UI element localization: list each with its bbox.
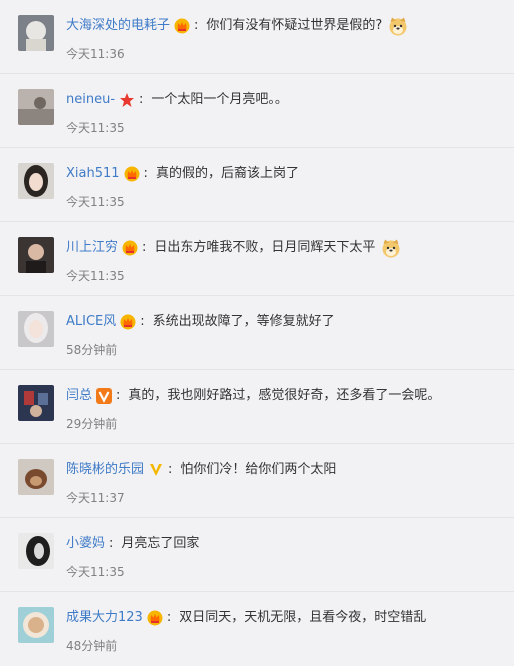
comment-list: 大海深处的电耗子 : 你们有没有怀疑过世界是假的? 今天11:36 neineu… [0,0,514,666]
comment-text: 真的，我也刚好路过，感觉很好奇，还多看了一会呢。 [128,388,441,403]
colon-separator: : [194,18,199,33]
avatar[interactable] [18,385,54,421]
comment-time: 58分钟前 [66,343,118,357]
comment-line: 川上江穷 : 日出东方唯我不败，日月同辉天下太平 [66,237,506,259]
username-link[interactable]: 闫总 [66,385,92,407]
colon-separator: : [142,240,147,255]
comment-line: 大海深处的电耗子 : 你们有没有怀疑过世界是假的? [66,15,506,37]
comment-time: 48分钟前 [66,639,118,653]
crown-vip-icon [174,18,190,34]
crown-vip-icon [124,166,140,182]
username-link[interactable]: Xiah511 [66,163,120,185]
comment-text: 一个太阳一个月亮吧。。 [151,92,288,107]
avatar[interactable] [18,459,54,495]
comment-text: 怕你们冷！给你们两个太阳 [180,462,337,477]
comment-time: 今天11:35 [66,195,125,209]
crown-vip-icon [120,314,136,330]
username-link[interactable]: neineu- [66,89,115,111]
comment-line: neineu- : 一个太阳一个月亮吧。。 [66,89,506,111]
avatar[interactable] [18,533,54,569]
comment-item: 陈晓彬的乐园 : 怕你们冷！给你们两个太阳 今天11:37 [0,444,514,518]
comment-item: Xiah511 : 真的假的，后裔该上岗了 今天11:35 [0,148,514,222]
comment-text: 你们有没有怀疑过世界是假的? [206,18,383,33]
colon-separator: : [139,92,144,107]
comment-item: 川上江穷 : 日出东方唯我不败，日月同辉天下太平 今天11:35 [0,222,514,296]
doge-emoji-icon [388,16,408,36]
comment-item: 大海深处的电耗子 : 你们有没有怀疑过世界是假的? 今天11:36 [0,0,514,74]
avatar[interactable] [18,607,54,643]
comment-text: 真的假的，后裔该上岗了 [155,166,299,181]
username-link[interactable]: 川上江穷 [66,237,118,259]
comment-time: 29分钟前 [66,417,118,431]
avatar[interactable] [18,237,54,273]
comment-line: 小婆妈 : 月亮忘了回家 [66,533,506,555]
comment-time: 今天11:35 [66,565,125,579]
comment-item: 闫总 : 真的，我也刚好路过，感觉很好奇，还多看了一会呢。 29分钟前 [0,370,514,444]
comment-time: 今天11:35 [66,269,125,283]
comment-line: Xiah511 : 真的假的，后裔该上岗了 [66,163,506,185]
comment-item: 小婆妈 : 月亮忘了回家 今天11:35 [0,518,514,592]
avatar[interactable] [18,89,54,125]
colon-separator: : [116,388,121,403]
username-link[interactable]: ALICE风 [66,311,116,333]
comment-time: 今天11:35 [66,121,125,135]
comment-line: 陈晓彬的乐园 : 怕你们冷！给你们两个太阳 [66,459,506,481]
colon-separator: : [143,166,148,181]
comment-line: ALICE风 : 系统出现故障了，等修复就好了 [66,311,506,333]
avatar[interactable] [18,163,54,199]
crown-vip-icon [147,610,163,626]
username-link[interactable]: 陈晓彬的乐园 [66,459,144,481]
comment-item: 成果大力123 : 双日同天，天机无限，且看今夜，时空错乱 48分钟前 [0,592,514,666]
comment-line: 成果大力123 : 双日同天，天机无限，且看今夜，时空错乱 [66,607,506,629]
doge-emoji-icon [381,238,401,258]
comment-time: 今天11:37 [66,491,125,505]
comment-item: neineu- : 一个太阳一个月亮吧。。 今天11:35 [0,74,514,148]
comment-text: 月亮忘了回家 [121,536,200,551]
comment-text: 系统出现故障了，等修复就好了 [152,314,335,329]
red-star-icon [119,92,135,108]
yellow-v-icon [148,462,164,478]
colon-separator: : [140,314,145,329]
comment-item: ALICE风 : 系统出现故障了，等修复就好了 58分钟前 [0,296,514,370]
comment-text: 日出东方唯我不败，日月同辉天下太平 [154,240,376,255]
colon-separator: : [109,536,114,551]
colon-separator: : [166,610,172,625]
comment-text: 双日同天，天机无限，且看今夜，时空错乱 [179,610,427,625]
colon-separator: : [168,462,173,477]
username-link[interactable]: 成果大力123 [66,607,143,629]
orange-v-icon [96,388,113,404]
comment-time: 今天11:36 [66,47,125,61]
username-link[interactable]: 小婆妈 [66,533,105,555]
avatar[interactable] [18,15,54,51]
avatar[interactable] [18,311,54,347]
username-link[interactable]: 大海深处的电耗子 [66,15,170,37]
comment-line: 闫总 : 真的，我也刚好路过，感觉很好奇，还多看了一会呢。 [66,385,506,407]
crown-vip-icon [122,240,138,256]
